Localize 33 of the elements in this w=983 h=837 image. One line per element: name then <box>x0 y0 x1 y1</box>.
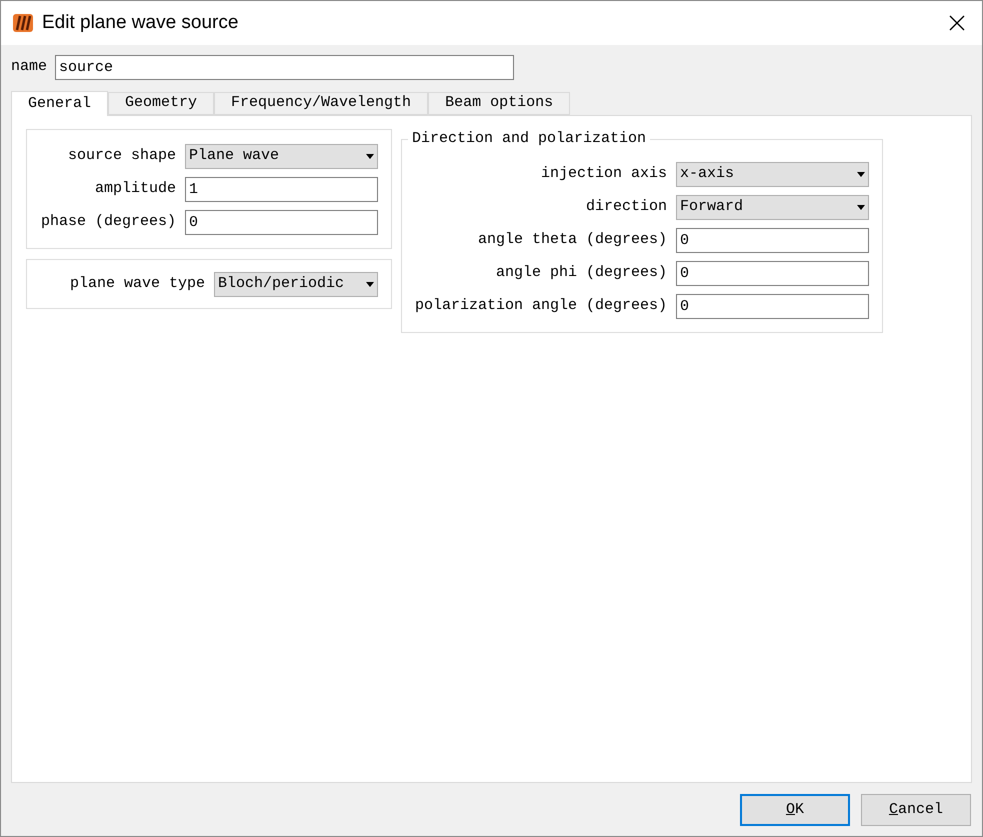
input-field[interactable]: 0 <box>676 294 869 319</box>
dropdown[interactable]: Forward <box>676 195 869 220</box>
input-field[interactable]: 0 <box>676 261 869 286</box>
caret-icon <box>857 172 865 177</box>
field-label: angle theta (degrees) <box>476 230 667 250</box>
field-label: angle phi (degrees) <box>494 263 667 284</box>
dialog-button[interactable]: OK <box>740 794 850 826</box>
tab[interactable]: Beam options <box>428 92 570 115</box>
app-logo-icon <box>12 12 34 34</box>
dialog-button[interactable]: Cancel <box>861 794 971 826</box>
field-label: plane wave type <box>68 274 205 294</box>
close-icon[interactable] <box>949 15 965 31</box>
input-field[interactable]: 0 <box>676 228 869 253</box>
input-field[interactable]: 0 <box>185 210 378 235</box>
field-label: polarization angle (degrees) <box>414 296 667 316</box>
name-label: name <box>11 57 48 78</box>
input-field[interactable]: 1 <box>185 177 378 202</box>
dropdown[interactable]: Bloch/periodic <box>214 272 378 297</box>
field-label: amplitude <box>94 179 176 200</box>
dropdown[interactable]: x-axis <box>676 162 869 187</box>
name-field[interactable]: source <box>55 55 514 80</box>
window-title: Edit plane wave source <box>42 10 238 35</box>
caret-icon <box>366 154 374 159</box>
field-label: phase (degrees) <box>40 212 176 232</box>
dropdown[interactable]: Plane wave <box>185 144 378 169</box>
field-label: source shape <box>66 146 176 166</box>
caret-icon <box>857 205 865 210</box>
tab[interactable]: Geometry <box>108 92 214 115</box>
tab[interactable]: Frequency/Wavelength <box>214 92 428 115</box>
caret-icon <box>366 282 374 287</box>
field-label: direction <box>584 197 667 218</box>
field-label: injection axis <box>540 164 667 184</box>
tab[interactable]: General <box>11 91 108 116</box>
